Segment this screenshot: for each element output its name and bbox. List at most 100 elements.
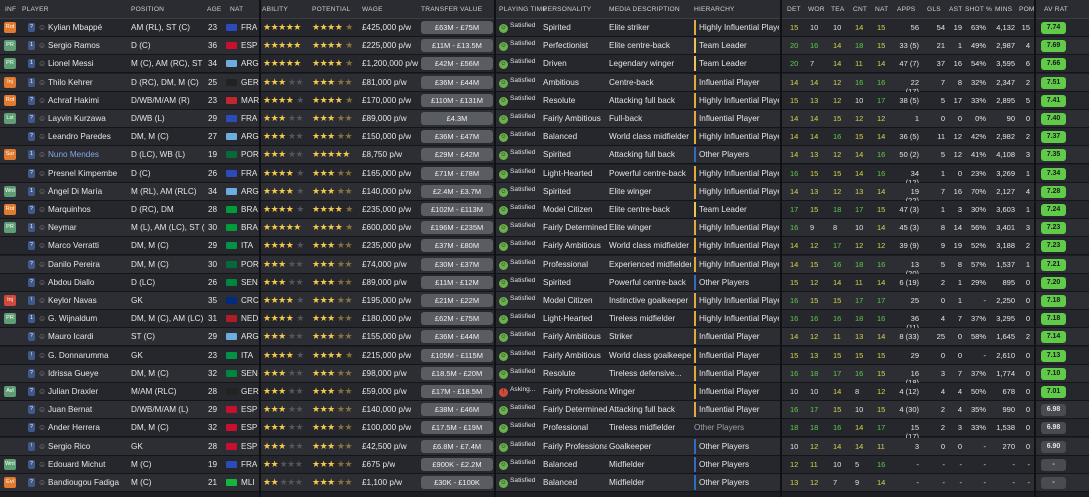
table-row[interactable]: Rot? ☺ Kylian Mbappé AM (RL), ST (C) 23 FRA ★★… (0, 19, 1089, 37)
squad-status-icon[interactable]: ? (28, 423, 35, 433)
table-row[interactable]: ? ☺ Abdou Diallo D (LC) 26 SEN ★★★ ★★ ★★★ ★★ £89,0… (0, 273, 1089, 292)
player-name[interactable]: Lionel Messi (48, 59, 128, 69)
player-name[interactable]: Sergio Rico (48, 442, 128, 452)
player-name[interactable]: Julian Draxler (48, 387, 128, 397)
inf-badge[interactable]: PR (4, 40, 16, 52)
player-name[interactable]: Marquinhos (48, 205, 128, 215)
squad-status-icon[interactable]: 1 (28, 186, 35, 196)
squad-status-icon[interactable]: ? (28, 387, 35, 396)
transfer-value[interactable]: £62M - £75M (421, 312, 493, 326)
squad-status-icon[interactable]: ? (28, 168, 35, 178)
table-row[interactable]: PR 1 ☺ Neymar M (L), AM (LC), ST (C) 30 BRA ★★★… (0, 219, 1089, 238)
player-name[interactable]: G. Donnarumma (48, 351, 128, 361)
col-nat2[interactable]: NAT (875, 6, 888, 13)
table-row[interactable]: ? ☺ Idrissa Gueye DM, M (C) 32 SEN ★★★ ★★ ★★★ ★★ £… (0, 364, 1089, 387)
col-avrat[interactable]: AV RAT (1044, 6, 1068, 13)
player-name[interactable]: Ángel Di María (48, 187, 128, 197)
table-row[interactable]: Avl? ☺ Julian Draxler M/AM (RLC) 28 GER ★★★ ★★ ★… (0, 383, 1089, 401)
squad-status-icon[interactable]: 1 (28, 150, 35, 160)
table-row[interactable]: PR 1 ☺ Sergio Ramos D (C) 36 ESP ★★★★★ ★★★★ ★ £225… (0, 37, 1089, 56)
transfer-value[interactable]: £102M - £113M (421, 203, 493, 216)
table-row[interactable]: PR1☺Lionel MessiM (C), AM (RC), ST (C)34… (0, 55, 1089, 74)
inf-badge[interactable]: Evl (4, 477, 16, 488)
player-name[interactable]: Keylor Navas (48, 296, 128, 306)
squad-status-icon[interactable]: ? (28, 277, 35, 287)
player-name[interactable]: Mauro Icardi (48, 332, 128, 342)
transfer-value[interactable]: £6.8M - £7.4M (421, 439, 493, 453)
squad-status-icon[interactable]: 1 (28, 314, 35, 324)
table-row[interactable]: ? ☺ Ander Herrera DM, M (C) 32 ESP ★★★ ★★ ★★★ ★★ £… (0, 419, 1089, 441)
player-name[interactable]: Presnel Kimpembe (48, 169, 128, 179)
col-potential[interactable]: POTENTIAL (312, 6, 350, 13)
table-row[interactable]: Inj 1 ☺ Thilo Kehrer D (RC), DM, M (C) 25 GER ★… (0, 73, 1089, 96)
col-player[interactable]: PLAYER (22, 6, 49, 13)
squad-status-icon[interactable]: 1 (28, 223, 35, 233)
col-inf[interactable]: INF (5, 6, 16, 13)
table-row[interactable]: ! ☺ G. Donnarumma GK 23 ITA ★★★★ ★ ★★★★ ★ £215,000… (0, 346, 1089, 365)
squad-status-icon[interactable]: ? (28, 23, 35, 32)
transfer-value[interactable]: £11M - £13.5M (421, 39, 493, 53)
table-row[interactable]: Wnt? ☺ Edouard Michut M (C) 19 FRA ★★ ★★★ ★★★ ★★ £… (0, 455, 1089, 474)
transfer-value[interactable]: £42M - £56M (421, 57, 493, 71)
transfer-value[interactable]: £37M - £80M (421, 239, 493, 253)
squad-status-icon[interactable]: ! (28, 350, 35, 360)
squad-status-icon[interactable]: ? (28, 95, 35, 105)
col-transfer-value[interactable]: TRANSFER VALUE (421, 6, 482, 13)
table-row[interactable]: Rot? ☺ Achraf Hakimi D/WB/M/AM (R) 23 MAR ★★★★… (0, 91, 1089, 110)
transfer-value[interactable]: £38M - £46M (421, 403, 493, 417)
col-det[interactable]: DET (787, 6, 801, 13)
squad-status-icon[interactable]: ? (28, 478, 35, 487)
squad-status-icon[interactable]: ? (28, 368, 35, 378)
squad-status-icon[interactable]: ? (28, 132, 35, 142)
inf-badge[interactable]: Rot (4, 204, 16, 215)
table-row[interactable]: ! ☺ Sergio Rico GK 28 ESP ★★★ ★★ ★★★ ★★ £42,500 p/… (0, 437, 1089, 456)
table-row[interactable]: ? ☺ Juan Bernat D/WB/M/AM (L) 29 ESP ★★★ ★★ ★★★ ★… (0, 401, 1089, 420)
table-row[interactable]: ? ☺ Danilo Pereira DM, M (C) 30 POR ★★★ ★★ ★★★ ★★… (0, 255, 1089, 278)
inf-badge[interactable]: PR (4, 222, 16, 234)
transfer-value[interactable]: £30K - £100K (421, 476, 493, 489)
transfer-value[interactable]: £30M - £37M (421, 257, 493, 271)
col-mins[interactable]: MINS (995, 6, 1012, 13)
inf-badge[interactable]: Inj (4, 295, 16, 306)
col-wage[interactable]: WAGE (362, 6, 383, 13)
col-ast[interactable]: AST (949, 6, 962, 13)
col-playing-time[interactable]: PLAYING TIME (499, 6, 547, 13)
transfer-value[interactable]: £17.5M - £19M (421, 421, 493, 435)
squad-status-icon[interactable]: ? (28, 114, 35, 123)
table-row[interactable]: ? ☺ Presnel Kimpembe D (C) 26 FRA ★★★★ ★ ★★★ ★★ £1… (0, 164, 1089, 187)
inf-badge[interactable]: Rot (4, 22, 16, 33)
squad-status-icon[interactable]: ? (28, 259, 35, 269)
transfer-value[interactable]: £36M - £47M (421, 130, 493, 144)
table-row[interactable]: Sur 1 ☺ Nuno Mendes D (LC), WB (L) 19 POR ★★★ ★★… (0, 146, 1089, 165)
squad-status-icon[interactable]: 1 (28, 41, 35, 51)
table-row[interactable]: ? ☺ Mauro Icardi ST (C) 29 ARG ★★★ ★★ ★★★ ★★ £155,… (0, 328, 1089, 347)
squad-status-icon[interactable]: ! (28, 296, 35, 305)
squad-status-icon[interactable]: ? (28, 332, 35, 342)
player-name[interactable]: Marco Verratti (48, 241, 128, 251)
inf-badge[interactable]: PR (4, 313, 16, 325)
col-personality[interactable]: PERSONALITY (543, 6, 591, 13)
squad-status-icon[interactable]: 1 (28, 77, 35, 87)
transfer-value[interactable]: £4.3M (421, 112, 493, 125)
transfer-value[interactable]: £105M - £115M (421, 348, 493, 362)
inf-badge[interactable]: Sur (4, 149, 16, 161)
player-name[interactable]: Kylian Mbappé (48, 23, 128, 33)
table-row[interactable]: Wnt 1 ☺ Ángel Di María M (RL), AM (RLC) 34 ARG… (0, 182, 1089, 205)
transfer-value[interactable]: £36M - £44M (421, 330, 493, 344)
squad-status-icon[interactable]: ! (28, 441, 35, 451)
transfer-value[interactable]: £63M - £75M (421, 21, 493, 34)
inf-badge[interactable]: Wnt (4, 458, 16, 470)
table-row[interactable]: Rot? ☺ Marquinhos D (RC), DM 28 BRA ★★★★ ★ ★★★★ ★… (0, 201, 1089, 219)
table-row[interactable]: PR 1 ☺ G. Wijnaldum DM, M (C), AM (LC) 31 NED ★… (0, 310, 1089, 332)
squad-status-icon[interactable]: ? (28, 205, 35, 214)
player-name[interactable]: Leandro Paredes (48, 132, 128, 142)
squad-status-icon[interactable]: ? (28, 459, 35, 469)
table-row[interactable]: ? ☺ Leandro Paredes DM, M (C) 27 ARG ★★★ ★★ ★★★ ★… (0, 128, 1089, 147)
transfer-value[interactable]: £36M - £44M (421, 75, 493, 89)
player-name[interactable]: Danilo Pereira (48, 260, 128, 270)
player-name[interactable]: Bandiougou Fadiga (48, 478, 128, 488)
player-name[interactable]: Abdou Diallo (48, 278, 128, 288)
col-wor[interactable]: WOR (808, 6, 825, 13)
player-name[interactable]: Thilo Kehrer (48, 78, 128, 88)
col-tea[interactable]: TEA (831, 6, 844, 13)
